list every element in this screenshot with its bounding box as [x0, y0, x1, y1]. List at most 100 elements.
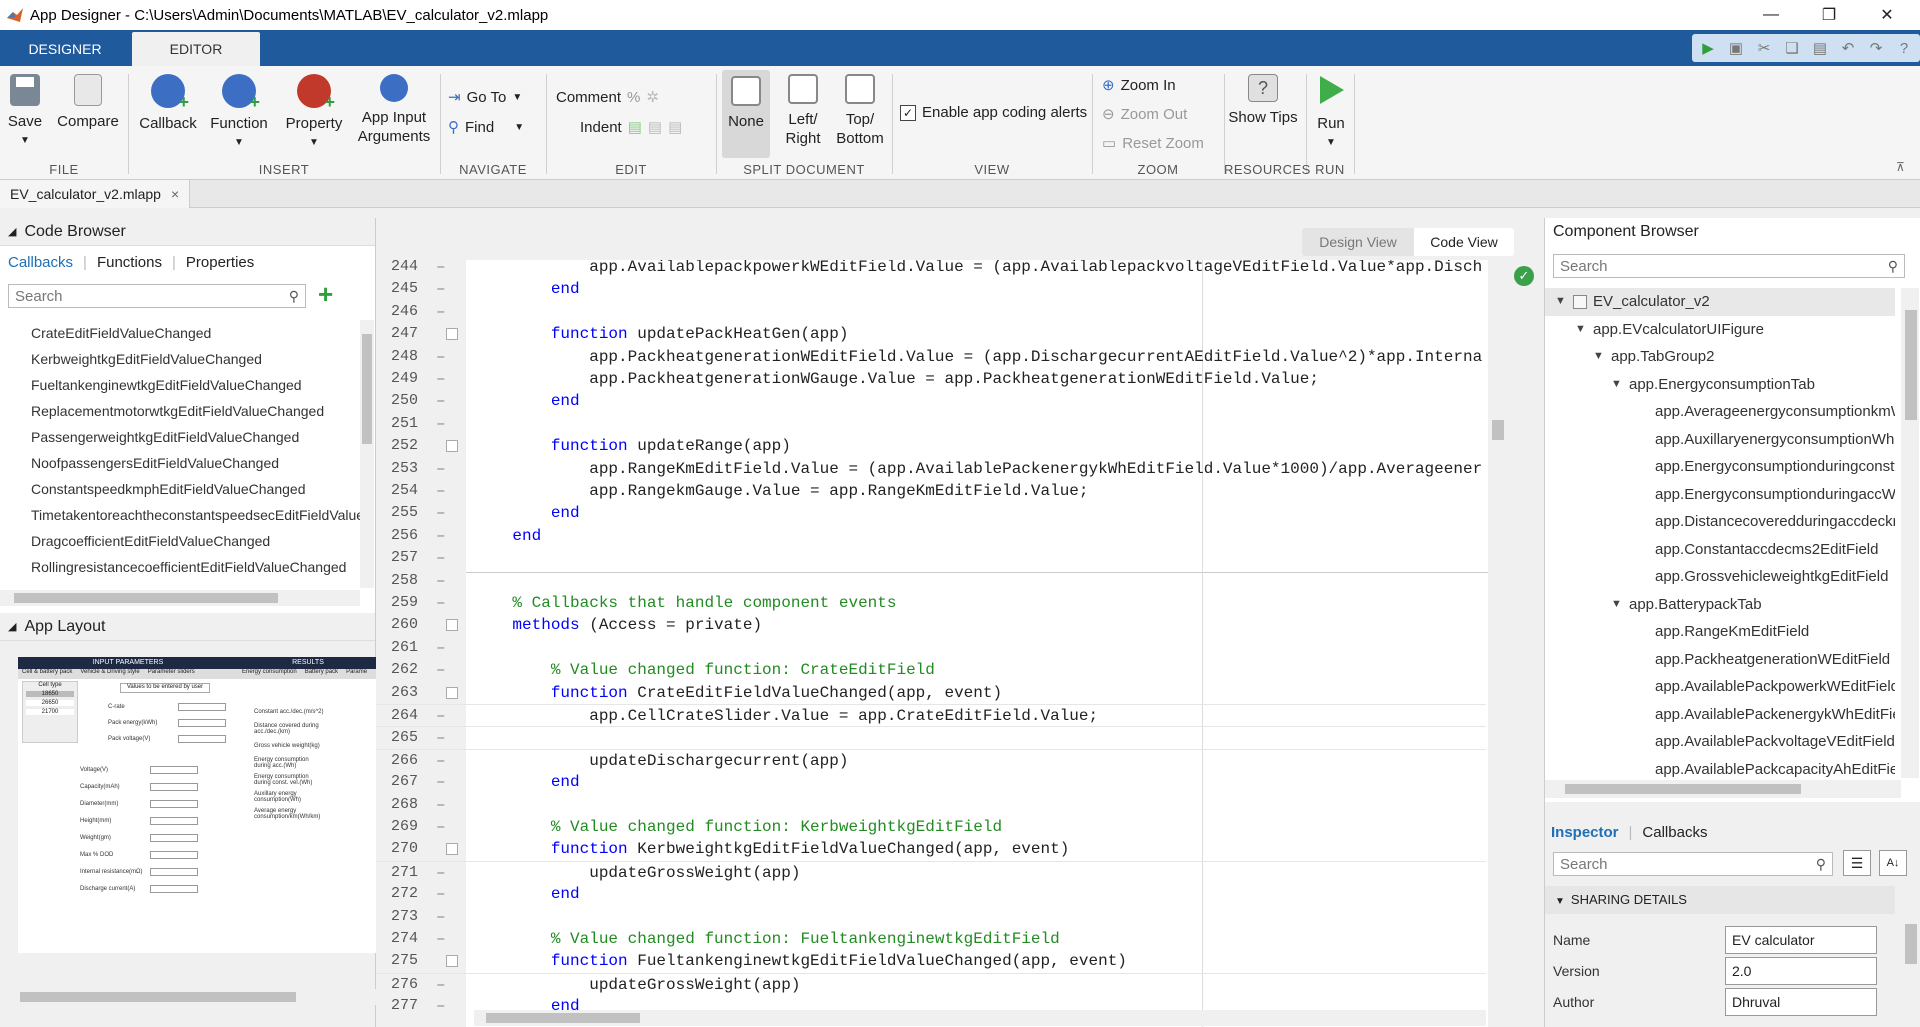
- tab-callbacks[interactable]: Callbacks: [1642, 824, 1707, 841]
- component-tree-item[interactable]: app.AvailablePackcapacityAhEditField: [1545, 756, 1895, 779]
- enable-alerts-checkbox[interactable]: ✓ Enable app coding alerts: [900, 104, 1087, 121]
- scrollbar-thumb[interactable]: [1905, 924, 1917, 964]
- callback-list-item[interactable]: ReplacementmotorwtkgEditFieldValueChange…: [0, 398, 360, 424]
- component-tree-item[interactable]: ▼ app.EnergyconsumptionTab: [1545, 371, 1895, 399]
- inspector-search-input[interactable]: Search ⚲: [1553, 852, 1833, 876]
- tab-properties[interactable]: Properties: [186, 254, 254, 271]
- component-tree-item[interactable]: ▼ app.BatterypackTab: [1545, 591, 1895, 619]
- split-top-bottom-button[interactable]: Top/ Bottom: [832, 74, 888, 148]
- close-button[interactable]: ✕: [1858, 0, 1916, 30]
- property-value-field[interactable]: EV calculator: [1725, 926, 1877, 954]
- collapse-ribbon-icon[interactable]: ⊼: [1896, 160, 1905, 174]
- function-button[interactable]: + Function ▼: [208, 74, 270, 152]
- property-value-field[interactable]: Dhruval: [1725, 988, 1877, 1016]
- restore-button[interactable]: ❐: [1800, 0, 1858, 30]
- scrollbar-thumb[interactable]: [20, 992, 296, 1002]
- fold-toggle-icon[interactable]: [446, 328, 458, 341]
- show-tips-button[interactable]: ? Show Tips: [1228, 74, 1298, 127]
- component-tree-item[interactable]: ▼ app.TabGroup2: [1545, 343, 1895, 371]
- component-tree-item[interactable]: app.Constantaccdecms2EditField: [1545, 536, 1895, 564]
- indent-button[interactable]: Indent ▤ ▤ ▤: [580, 118, 682, 137]
- component-tree-item[interactable]: app.AvailablePackenergykWhEditField: [1545, 701, 1895, 729]
- callback-list-item[interactable]: TimetakentoreachtheconstantspeedsecEditF…: [0, 502, 360, 528]
- paste-icon[interactable]: ▤: [1810, 38, 1830, 58]
- scrollbar-thumb[interactable]: [362, 334, 372, 444]
- component-tree-item[interactable]: app.AverageenergyconsumptionkmWhkmEditFi…: [1545, 398, 1895, 426]
- cut-icon[interactable]: ✂: [1754, 38, 1774, 58]
- code-browser-scrollbar[interactable]: [360, 320, 374, 588]
- run-button[interactable]: Run ▼: [1312, 74, 1350, 152]
- callback-list-item[interactable]: ConstantspeedkmphEditFieldValueChanged: [0, 476, 360, 502]
- component-tree-item[interactable]: app.PackheatgenerationWEditField: [1545, 646, 1895, 674]
- zoom-out-button[interactable]: ⊖ Zoom Out: [1102, 105, 1187, 124]
- expand-arrow-icon[interactable]: ▼: [1555, 288, 1566, 316]
- component-tree-item[interactable]: app.RangeKmEditField: [1545, 618, 1895, 646]
- component-tree-item[interactable]: app.GrossvehicleweightkgEditField: [1545, 563, 1895, 591]
- copy-icon[interactable]: ❏: [1782, 38, 1802, 58]
- component-tree-item[interactable]: app.EnergyconsumptionduringconstvelWhEdi…: [1545, 453, 1895, 481]
- component-tree-item[interactable]: app.DistancecoveredduringaccdeckmEditFie…: [1545, 508, 1895, 536]
- scrollbar-thumb[interactable]: [1565, 784, 1801, 794]
- expand-arrow-icon[interactable]: ▼: [1611, 371, 1622, 399]
- sharing-details-section[interactable]: ▼ SHARING DETAILS: [1545, 886, 1895, 914]
- callback-list-item[interactable]: KerbweightkgEditFieldValueChanged: [0, 346, 360, 372]
- split-none-button[interactable]: None: [722, 70, 770, 158]
- inspector-vscrollbar[interactable]: [1901, 914, 1919, 1027]
- app-layout-hscrollbar[interactable]: [0, 989, 376, 1005]
- callback-button[interactable]: + Callback: [138, 74, 198, 133]
- save-button[interactable]: Save ▼: [6, 74, 44, 150]
- expand-arrow-icon[interactable]: ▼: [1575, 316, 1586, 344]
- fold-toggle-icon[interactable]: [446, 955, 458, 968]
- find-button[interactable]: ⚲ Find ▼: [448, 118, 524, 137]
- code-vscrollbar[interactable]: [1488, 260, 1506, 1027]
- app-input-arguments-button[interactable]: App Input Arguments: [356, 74, 432, 146]
- component-tree-item[interactable]: app.EnergyconsumptionduringaccWhEditFiel…: [1545, 481, 1895, 509]
- scrollbar-thumb[interactable]: [14, 593, 278, 603]
- fold-toggle-icon[interactable]: [446, 440, 458, 453]
- app-layout-preview[interactable]: INPUT PARAMETERS RESULTS Cell & battery …: [18, 657, 376, 953]
- tab-editor[interactable]: EDITOR: [132, 32, 260, 66]
- split-left-right-button[interactable]: Left/ Right: [778, 74, 828, 148]
- component-tree-item[interactable]: ▼ app.EVcalculatorUIFigure: [1545, 316, 1895, 344]
- reset-zoom-button[interactable]: ▭ Reset Zoom: [1102, 134, 1204, 153]
- fold-toggle-icon[interactable]: [446, 619, 458, 632]
- component-vscrollbar[interactable]: [1901, 288, 1919, 778]
- save-icon[interactable]: ▣: [1726, 38, 1746, 58]
- zoom-in-button[interactable]: ⊕ Zoom In: [1102, 76, 1176, 95]
- no-issues-icon[interactable]: ✓: [1514, 266, 1534, 286]
- expand-arrow-icon[interactable]: ▼: [1593, 343, 1604, 371]
- code-view-button[interactable]: Code View: [1414, 228, 1514, 256]
- tab-callbacks[interactable]: Callbacks: [8, 254, 73, 271]
- run-icon[interactable]: ▶: [1698, 38, 1718, 58]
- callback-list-item[interactable]: Vehiclesidecrosssectionm2EditFieldValueC…: [0, 580, 360, 588]
- redo-icon[interactable]: ↷: [1866, 38, 1886, 58]
- callback-list-item[interactable]: NoofpassengersEditFieldValueChanged: [0, 450, 360, 476]
- sort-az-icon[interactable]: A↓: [1879, 850, 1907, 876]
- callback-list-item[interactable]: DragcoefficientEditFieldValueChanged: [0, 528, 360, 554]
- code-browser-hscrollbar[interactable]: [0, 590, 360, 606]
- add-callback-icon[interactable]: +: [318, 281, 342, 307]
- goto-button[interactable]: ⇥ Go To ▼: [448, 88, 522, 107]
- tab-designer[interactable]: DESIGNER: [0, 32, 130, 66]
- tab-functions[interactable]: Functions: [97, 254, 162, 271]
- fold-toggle-icon[interactable]: [446, 843, 458, 856]
- app-layout-header[interactable]: ◢ App Layout: [0, 613, 375, 641]
- document-tab[interactable]: EV_calculator_v2.mlapp ×: [0, 180, 191, 208]
- minimize-button[interactable]: —: [1742, 0, 1800, 30]
- callback-list-item[interactable]: CrateEditFieldValueChanged: [0, 320, 360, 346]
- design-view-button[interactable]: Design View: [1302, 228, 1414, 256]
- undo-icon[interactable]: ↶: [1838, 38, 1858, 58]
- property-button[interactable]: + Property ▼: [282, 74, 346, 152]
- list-view-icon[interactable]: ☰: [1843, 850, 1871, 876]
- expand-arrow-icon[interactable]: ▼: [1611, 591, 1622, 619]
- close-tab-icon[interactable]: ×: [171, 186, 179, 202]
- code-hscrollbar[interactable]: [474, 1010, 1486, 1026]
- code-browser-header[interactable]: ◢ Code Browser: [0, 218, 375, 246]
- scrollbar-thumb[interactable]: [486, 1013, 640, 1023]
- comment-button[interactable]: Comment% ✲: [556, 88, 659, 107]
- fold-toggle-icon[interactable]: [446, 686, 458, 699]
- property-value-field[interactable]: 2.0: [1725, 957, 1877, 985]
- help-icon[interactable]: ?: [1894, 38, 1914, 58]
- component-hscrollbar[interactable]: [1545, 780, 1901, 798]
- compare-button[interactable]: Compare: [56, 74, 120, 131]
